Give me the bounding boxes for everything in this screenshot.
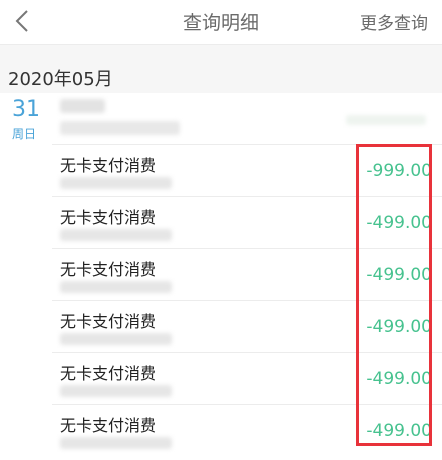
transaction-amount: -499.00 [366,317,432,337]
redacted-text [60,385,172,397]
transaction-amount: -499.00 [366,265,432,285]
transaction-row[interactable]: 无卡支付消费 -499.00 [52,352,442,405]
redacted-text [60,333,172,345]
transaction-row[interactable]: 无卡支付消费 -499.00 [52,404,442,457]
redacted-text [60,229,172,241]
redacted-text [346,115,426,125]
transaction-title: 无卡支付消费 [60,260,157,279]
transaction-amount: -999.00 [366,161,432,181]
transaction-title: 无卡支付消费 [60,208,157,227]
transaction-row[interactable]: 无卡支付消费 -499.00 [52,196,442,249]
redacted-text [60,437,172,449]
more-query-link[interactable]: 更多查询 [360,9,428,34]
month-label: 2020年05月 [8,69,113,90]
redacted-text [60,281,172,293]
transaction-row[interactable]: 无卡支付消费 -499.00 [52,300,442,353]
redacted-text [60,177,172,189]
nav-bar: 查询明细 更多查询 [0,0,442,45]
day-column: 31 周日 [0,93,52,460]
transaction-title: 无卡支付消费 [60,364,157,383]
redacted-summary-row [52,93,442,144]
day-weekday: 周日 [12,127,37,141]
transaction-title: 无卡支付消费 [60,312,157,331]
transaction-amount: -499.00 [366,369,432,389]
transaction-title: 无卡支付消费 [60,156,157,175]
transaction-title: 无卡支付消费 [60,416,157,435]
transaction-amount: -499.00 [366,421,432,441]
transaction-amount: -499.00 [366,213,432,233]
month-header: 2020年05月 [0,45,442,93]
day-number: 31 [12,97,40,122]
redacted-text [60,121,180,135]
redacted-text [60,99,105,113]
transaction-row[interactable]: 无卡支付消费 -999.00 [52,144,442,197]
transaction-list: 无卡支付消费 -999.00 无卡支付消费 -499.00 无卡支付消费 -49… [52,93,442,460]
transaction-row[interactable]: 无卡支付消费 -499.00 [52,248,442,301]
